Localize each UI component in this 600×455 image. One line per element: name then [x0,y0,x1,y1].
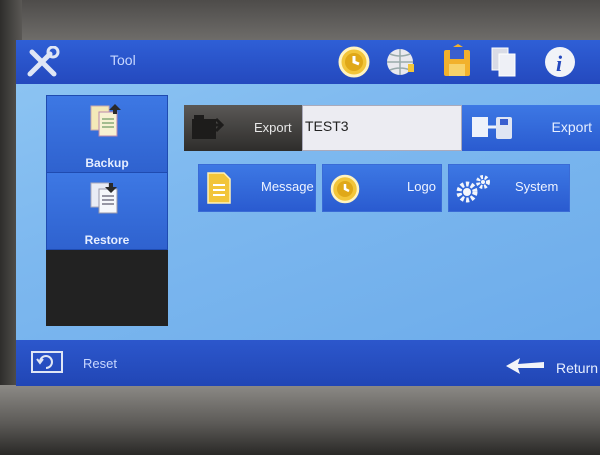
logo-label: Logo [407,179,436,194]
export-button[interactable]: Export [462,105,600,151]
reset-label[interactable]: Reset [83,356,117,371]
clock-icon[interactable] [336,44,372,80]
export-button-label: Export [551,119,592,135]
device-bezel-top [0,0,600,40]
sidebar-item-restore[interactable]: Restore [46,172,168,250]
svg-text:i: i [556,51,563,76]
tool-title: Tool [110,52,136,68]
save-disk-icon[interactable] [440,44,476,80]
system-button[interactable]: System [448,164,570,212]
sidebar-item-label: Backup [85,156,129,170]
export-filename-input[interactable]: TEST3 [302,105,462,151]
export-mode-button[interactable]: Export [184,105,302,151]
globe-icon[interactable] [384,44,420,80]
logo-button[interactable]: Logo [322,164,442,212]
tools-icon[interactable] [26,46,60,78]
sidebar: Backup Restore [16,90,171,330]
sidebar-item-label: Restore [84,233,130,247]
export-mode-label: Export [254,120,292,135]
document-copy-icon[interactable] [486,44,522,80]
logo-clock-icon [330,174,360,204]
sidebar-empty-slot [46,250,168,326]
info-icon[interactable]: i [540,44,580,80]
system-label: System [515,179,559,194]
backup-icon [90,104,121,137]
return-arrow-icon[interactable] [504,354,546,376]
restore-icon [90,182,118,214]
reset-icon[interactable] [30,350,66,376]
return-label[interactable]: Return [556,360,598,376]
message-button[interactable]: Message [198,164,316,212]
export-folder-icon [192,115,224,139]
message-label: Message [261,179,314,194]
top-toolbar: Tool i [16,40,600,84]
device-bezel-bottom [0,385,600,455]
message-document-icon [207,172,231,204]
sidebar-item-backup[interactable]: Backup [46,95,168,173]
screen: Tool i Backup Restore Export TEST3 Expor… [16,40,600,386]
gears-icon [456,175,490,203]
export-usb-icon [472,117,512,139]
bottom-bar: Reset Return [16,340,600,386]
